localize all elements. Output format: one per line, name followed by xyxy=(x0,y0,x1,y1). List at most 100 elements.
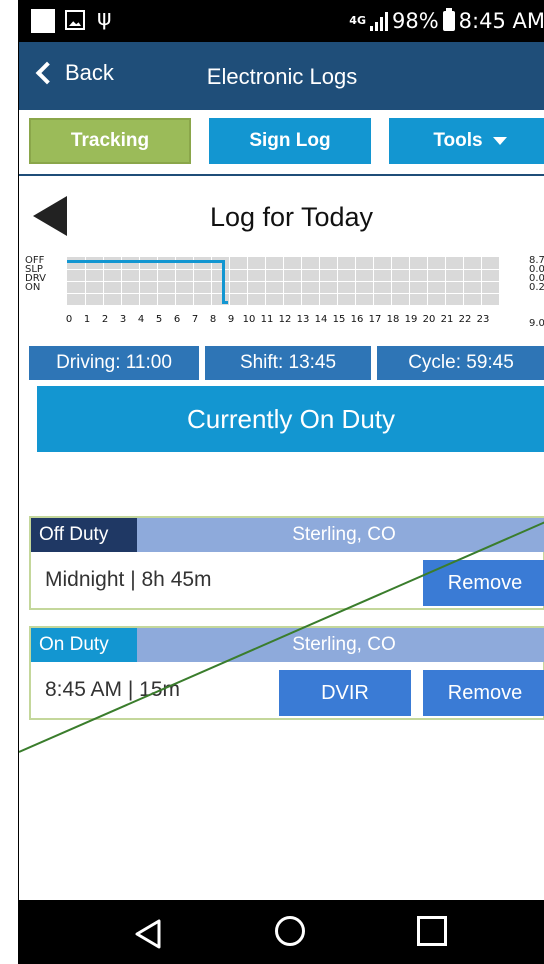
duty-status-graph: OFF SLP DRV ON 0 1 2 3 4 5 6 7 8 9 10 11 12 13 14 15 16 1… xyxy=(19,252,544,336)
log-entry-header: Off Duty Sterling, CO xyxy=(31,518,544,552)
graph-hour-label: 19 xyxy=(404,314,418,325)
remove-button[interactable]: Remove xyxy=(423,670,544,716)
nav-home-icon[interactable] xyxy=(275,916,305,946)
graph-hour-gridline xyxy=(121,257,122,305)
graph-hour-label: 3 xyxy=(119,314,127,325)
log-entry: On Duty Sterling, CO 8:45 AM | 15m DVIR … xyxy=(29,626,544,720)
battery-icon xyxy=(442,8,455,31)
graph-hour-label: 12 xyxy=(278,314,292,325)
graph-hour-label: 10 xyxy=(242,314,256,325)
graph-hour-gridline xyxy=(265,257,266,305)
graph-hour-label: 22 xyxy=(458,314,472,325)
entry-time: Midnight | 8h 45m xyxy=(45,568,212,591)
graph-hour-label: 11 xyxy=(260,314,274,325)
graph-hour-gridline xyxy=(103,257,104,305)
navigation-bar xyxy=(19,900,544,964)
graph-hour-gridline xyxy=(229,257,230,305)
shift-counter: Shift: 13:45 xyxy=(205,346,371,380)
page-title: Electronic Logs xyxy=(206,64,358,89)
tracking-label: Tracking xyxy=(70,130,150,151)
tracking-button[interactable]: Tracking xyxy=(29,118,191,164)
graph-hour-gridline xyxy=(175,257,176,305)
graph-trace-off-duty xyxy=(67,260,223,263)
entry-location: Sterling, CO xyxy=(292,524,396,545)
graph-hour-label: 14 xyxy=(314,314,328,325)
graph-hour-label: 16 xyxy=(350,314,364,325)
graph-hour-gridline xyxy=(463,257,464,305)
graph-hour-label: 21 xyxy=(440,314,454,325)
status-bar: ψ 4G 98% 8:45 AM xyxy=(19,0,544,42)
title-bar: Back Electronic Logs xyxy=(19,42,544,110)
graph-hour-label: 7 xyxy=(191,314,199,325)
graph-hour-label: 17 xyxy=(368,314,382,325)
log-entry-header: On Duty Sterling, CO xyxy=(31,628,544,662)
graph-hour-label: 2 xyxy=(101,314,109,325)
graph-trace-on-duty xyxy=(222,301,228,304)
graph-hour-gridline xyxy=(139,257,140,305)
graph-hour-gridline xyxy=(427,257,428,305)
total-on: 0.2 xyxy=(529,282,544,293)
tools-label: Tools xyxy=(433,130,483,151)
notification-square-icon xyxy=(31,9,55,33)
graph-hour-gridline xyxy=(409,257,410,305)
graph-hour-label: 15 xyxy=(332,314,346,325)
nav-back-icon[interactable] xyxy=(133,918,163,950)
network-type: 4G xyxy=(349,14,366,27)
graph-hour-gridline xyxy=(193,257,194,305)
graph-trace-transition xyxy=(222,260,225,304)
graph-hour-label: 0 xyxy=(65,314,73,325)
sign-log-label: Sign Log xyxy=(249,130,331,151)
signal-icon xyxy=(369,11,388,31)
graph-hour-label: 1 xyxy=(83,314,91,325)
toolbar: Tracking Sign Log Tools xyxy=(19,110,544,176)
graph-grid xyxy=(67,257,499,305)
dvir-button[interactable]: DVIR xyxy=(279,670,411,716)
status-bar-right: 4G 98% 8:45 AM xyxy=(349,0,544,42)
caret-down-icon xyxy=(492,137,507,145)
graph-hour-label: 23 xyxy=(476,314,490,325)
graph-hour-label: 18 xyxy=(386,314,400,325)
graph-hour-gridline xyxy=(283,257,284,305)
phone-screen: ψ 4G 98% 8:45 AM Back Electronic Logs Tr… xyxy=(18,0,544,964)
log-entry: Off Duty Sterling, CO Midnight | 8h 45m … xyxy=(29,516,544,610)
graph-hour-gridline xyxy=(157,257,158,305)
graph-hour-label: 13 xyxy=(296,314,310,325)
image-icon xyxy=(65,10,85,30)
graph-hour-gridline xyxy=(373,257,374,305)
graph-label-on: ON xyxy=(25,282,41,293)
graph-hour-gridline xyxy=(319,257,320,305)
status-time: 8:45 AM xyxy=(458,9,544,33)
graph-hour-gridline xyxy=(247,257,248,305)
graph-hour-label: 8 xyxy=(209,314,217,325)
entry-time: 8:45 AM | 15m xyxy=(45,678,181,701)
usb-icon: ψ xyxy=(97,6,112,31)
nav-recent-apps-icon[interactable] xyxy=(417,916,447,946)
sign-log-button[interactable]: Sign Log xyxy=(209,118,371,164)
graph-hour-gridline xyxy=(337,257,338,305)
current-duty-status-button[interactable]: Currently On Duty xyxy=(37,386,544,452)
entry-status: On Duty xyxy=(31,628,137,662)
graph-hour-label: 4 xyxy=(137,314,145,325)
graph-hour-gridline xyxy=(301,257,302,305)
graph-hour-label: 6 xyxy=(173,314,181,325)
graph-hour-gridline xyxy=(481,257,482,305)
graph-hour-labels: 0 1 2 3 4 5 6 7 8 9 10 11 12 13 14 15 16 17 18 19 20 21 22 23 xyxy=(65,314,499,328)
battery-percent: 98% xyxy=(391,9,439,33)
graph-totals: 8.7 0.0 0.0 0.2 xyxy=(529,256,544,293)
graph-hour-gridline xyxy=(445,257,446,305)
graph-status-labels: OFF SLP DRV ON xyxy=(25,256,46,293)
graph-hour-gridline xyxy=(85,257,86,305)
graph-hour-gridline xyxy=(211,257,212,305)
cycle-counter: Cycle: 59:45 xyxy=(377,346,544,380)
graph-hour-label: 9 xyxy=(227,314,235,325)
remove-button[interactable]: Remove xyxy=(423,560,544,606)
driving-counter: Driving: 11:00 xyxy=(29,346,199,380)
tools-dropdown-button[interactable]: Tools xyxy=(389,118,544,164)
entry-status: Off Duty xyxy=(31,518,137,552)
entry-location: Sterling, CO xyxy=(292,634,396,655)
graph-hour-label: 5 xyxy=(155,314,163,325)
graph-total-sum: 9.0 xyxy=(529,318,544,329)
log-title: Log for Today xyxy=(209,202,374,232)
graph-hour-gridline xyxy=(391,257,392,305)
graph-hour-label: 20 xyxy=(422,314,436,325)
